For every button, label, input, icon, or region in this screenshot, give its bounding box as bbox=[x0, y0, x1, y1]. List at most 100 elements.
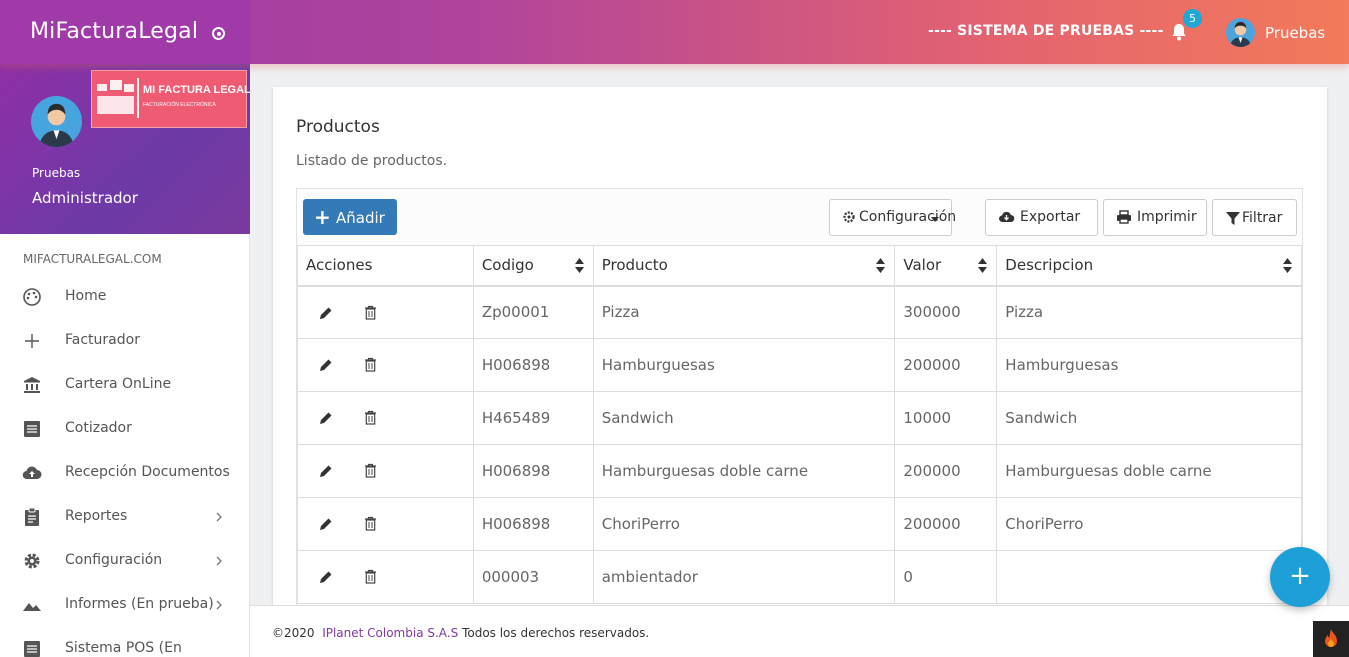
profile-role: Administrador bbox=[32, 189, 138, 207]
header-descripcion[interactable]: Descripcion bbox=[996, 245, 1302, 287]
floating-add-button[interactable]: + bbox=[1270, 547, 1330, 607]
header-acciones: Acciones bbox=[297, 245, 474, 287]
sidebar-item-label: Cartera OnLine bbox=[65, 376, 172, 392]
user-name[interactable]: Pruebas bbox=[1265, 24, 1325, 42]
cell-descripcion: Hamburguesas bbox=[996, 338, 1302, 392]
trash-icon[interactable] bbox=[364, 569, 377, 584]
actions-cell bbox=[297, 338, 474, 392]
logo-subtitle: FACTURACIÓN ELECTRÓNICA bbox=[143, 102, 216, 108]
table-row: 000003 ambientador 0 bbox=[297, 550, 1302, 604]
sort-icon bbox=[876, 258, 886, 273]
pencil-icon[interactable] bbox=[319, 517, 333, 531]
sort-icon bbox=[1283, 258, 1292, 273]
cell-valor: 300000 bbox=[894, 285, 998, 339]
system-label: ---- SISTEMA DE PRUEBAS ---- bbox=[928, 23, 1164, 39]
sidebar-item-cotizador[interactable]: Cotizador bbox=[0, 407, 250, 451]
cell-valor: 200000 bbox=[894, 444, 998, 498]
cloud-download-icon bbox=[998, 211, 1015, 223]
cell-codigo: H465489 bbox=[472, 391, 594, 445]
export-button[interactable]: Exportar bbox=[985, 199, 1098, 236]
pencil-icon[interactable] bbox=[319, 358, 333, 372]
cell-valor: 0 bbox=[894, 550, 998, 604]
config-label: Configuración bbox=[859, 209, 957, 225]
products-table: Acciones Codigo Producto Valor Descripci… bbox=[297, 245, 1302, 604]
sidebar-item-label: Cotizador bbox=[65, 420, 132, 436]
cell-valor: 200000 bbox=[894, 497, 998, 551]
company-logo: MI FACTURA LEGAL FACTURACIÓN ELECTRÓNICA bbox=[91, 70, 250, 128]
footer-suffix: Todos los derechos reservados. bbox=[462, 626, 650, 640]
brand-name[interactable]: MiFacturaLegal bbox=[30, 19, 198, 44]
sidebar-toggle-icon[interactable] bbox=[212, 27, 225, 40]
sidebar-item-informes[interactable]: Informes (En prueba) bbox=[0, 583, 250, 627]
plus-icon: + bbox=[314, 205, 331, 229]
sidebar-item-configuracion[interactable]: Configuración bbox=[0, 539, 250, 583]
footer: ©2020 IPlanet Colombia S.A.S Todos los d… bbox=[250, 605, 1349, 657]
header-producto[interactable]: Producto bbox=[592, 245, 896, 287]
trash-icon[interactable] bbox=[364, 516, 377, 531]
table-row: H465489 Sandwich 10000 Sandwich bbox=[297, 391, 1302, 445]
cell-codigo: H006898 bbox=[472, 338, 594, 392]
trash-icon[interactable] bbox=[364, 357, 377, 372]
profile-avatar bbox=[31, 96, 82, 147]
notification-badge[interactable]: 5 bbox=[1183, 9, 1202, 28]
sidebar-item-reportes[interactable]: Reportes bbox=[0, 495, 250, 539]
sort-icon bbox=[978, 258, 988, 273]
header-valor[interactable]: Valor bbox=[894, 245, 998, 287]
actions-cell bbox=[297, 497, 474, 551]
profile-name: Pruebas bbox=[32, 166, 81, 180]
header-label: Valor bbox=[903, 256, 942, 275]
cell-descripcion: Sandwich bbox=[996, 391, 1302, 445]
print-label: Imprimir bbox=[1137, 209, 1197, 225]
actions-cell bbox=[297, 444, 474, 498]
sort-icon bbox=[574, 258, 584, 273]
user-avatar[interactable] bbox=[1226, 18, 1255, 47]
caret-down-icon bbox=[931, 217, 939, 222]
trash-icon[interactable] bbox=[364, 305, 377, 320]
bank-icon bbox=[24, 377, 40, 393]
table-row: H006898 Hamburguesas doble carne 200000 … bbox=[297, 444, 1302, 498]
cloud-upload-icon bbox=[22, 466, 42, 480]
pencil-icon[interactable] bbox=[319, 411, 333, 425]
cell-producto: Hamburguesas bbox=[592, 338, 896, 392]
sidebar-item-facturador[interactable]: Facturador bbox=[0, 319, 250, 363]
cell-codigo: 000003 bbox=[472, 550, 594, 604]
cell-producto: Pizza bbox=[592, 285, 896, 339]
cell-producto: ambientador bbox=[592, 550, 896, 604]
pencil-icon[interactable] bbox=[319, 306, 333, 320]
filter-button[interactable]: Filtrar bbox=[1212, 199, 1297, 236]
sidebar-item-label: Configuración bbox=[65, 552, 163, 568]
actions-cell bbox=[297, 550, 474, 604]
gear-icon bbox=[843, 211, 855, 223]
pencil-icon[interactable] bbox=[319, 464, 333, 478]
add-button[interactable]: + Añadir bbox=[303, 199, 397, 235]
sidebar-item-label: Facturador bbox=[65, 332, 140, 348]
header-codigo[interactable]: Codigo bbox=[472, 245, 594, 287]
print-button[interactable]: Imprimir bbox=[1103, 199, 1207, 236]
flame-icon bbox=[1325, 629, 1337, 647]
config-dropdown-button[interactable]: Configuración bbox=[829, 199, 956, 236]
actions-cell bbox=[297, 285, 474, 339]
top-navbar: MiFacturaLegal ---- SISTEMA DE PRUEBAS -… bbox=[0, 0, 1349, 64]
sidebar-item-recepcion[interactable]: Recepción Documentos bbox=[0, 451, 250, 495]
actions-cell bbox=[297, 391, 474, 445]
trash-icon[interactable] bbox=[364, 463, 377, 478]
mountain-icon bbox=[23, 603, 41, 611]
profile-panel: MI FACTURA LEGAL FACTURACIÓN ELECTRÓNICA… bbox=[0, 64, 250, 234]
sidebar-item-home[interactable]: Home bbox=[0, 275, 250, 319]
sidebar-item-pos[interactable]: Sistema POS (En bbox=[0, 627, 250, 657]
pencil-icon[interactable] bbox=[319, 570, 333, 584]
cell-descripcion bbox=[996, 550, 1302, 604]
footer-text: ©2020 IPlanet Colombia S.A.S Todos los d… bbox=[272, 626, 649, 640]
sidebar-item-cartera[interactable]: Cartera OnLine bbox=[0, 363, 250, 407]
trash-icon[interactable] bbox=[364, 410, 377, 425]
page-subtitle: Listado de productos. bbox=[296, 153, 448, 169]
brand-area: MiFacturaLegal bbox=[0, 0, 250, 64]
palette-icon bbox=[23, 288, 41, 306]
table-row: H006898 Hamburguesas 200000 Hamburguesas bbox=[297, 338, 1302, 392]
cell-valor: 10000 bbox=[894, 391, 998, 445]
add-button-label: Añadir bbox=[336, 209, 385, 227]
debug-toolbar-toggle[interactable] bbox=[1313, 621, 1349, 657]
footer-company-link[interactable]: IPlanet Colombia S.A.S bbox=[322, 626, 458, 640]
chevron-right-icon bbox=[216, 600, 222, 610]
chevron-right-icon bbox=[216, 556, 222, 566]
